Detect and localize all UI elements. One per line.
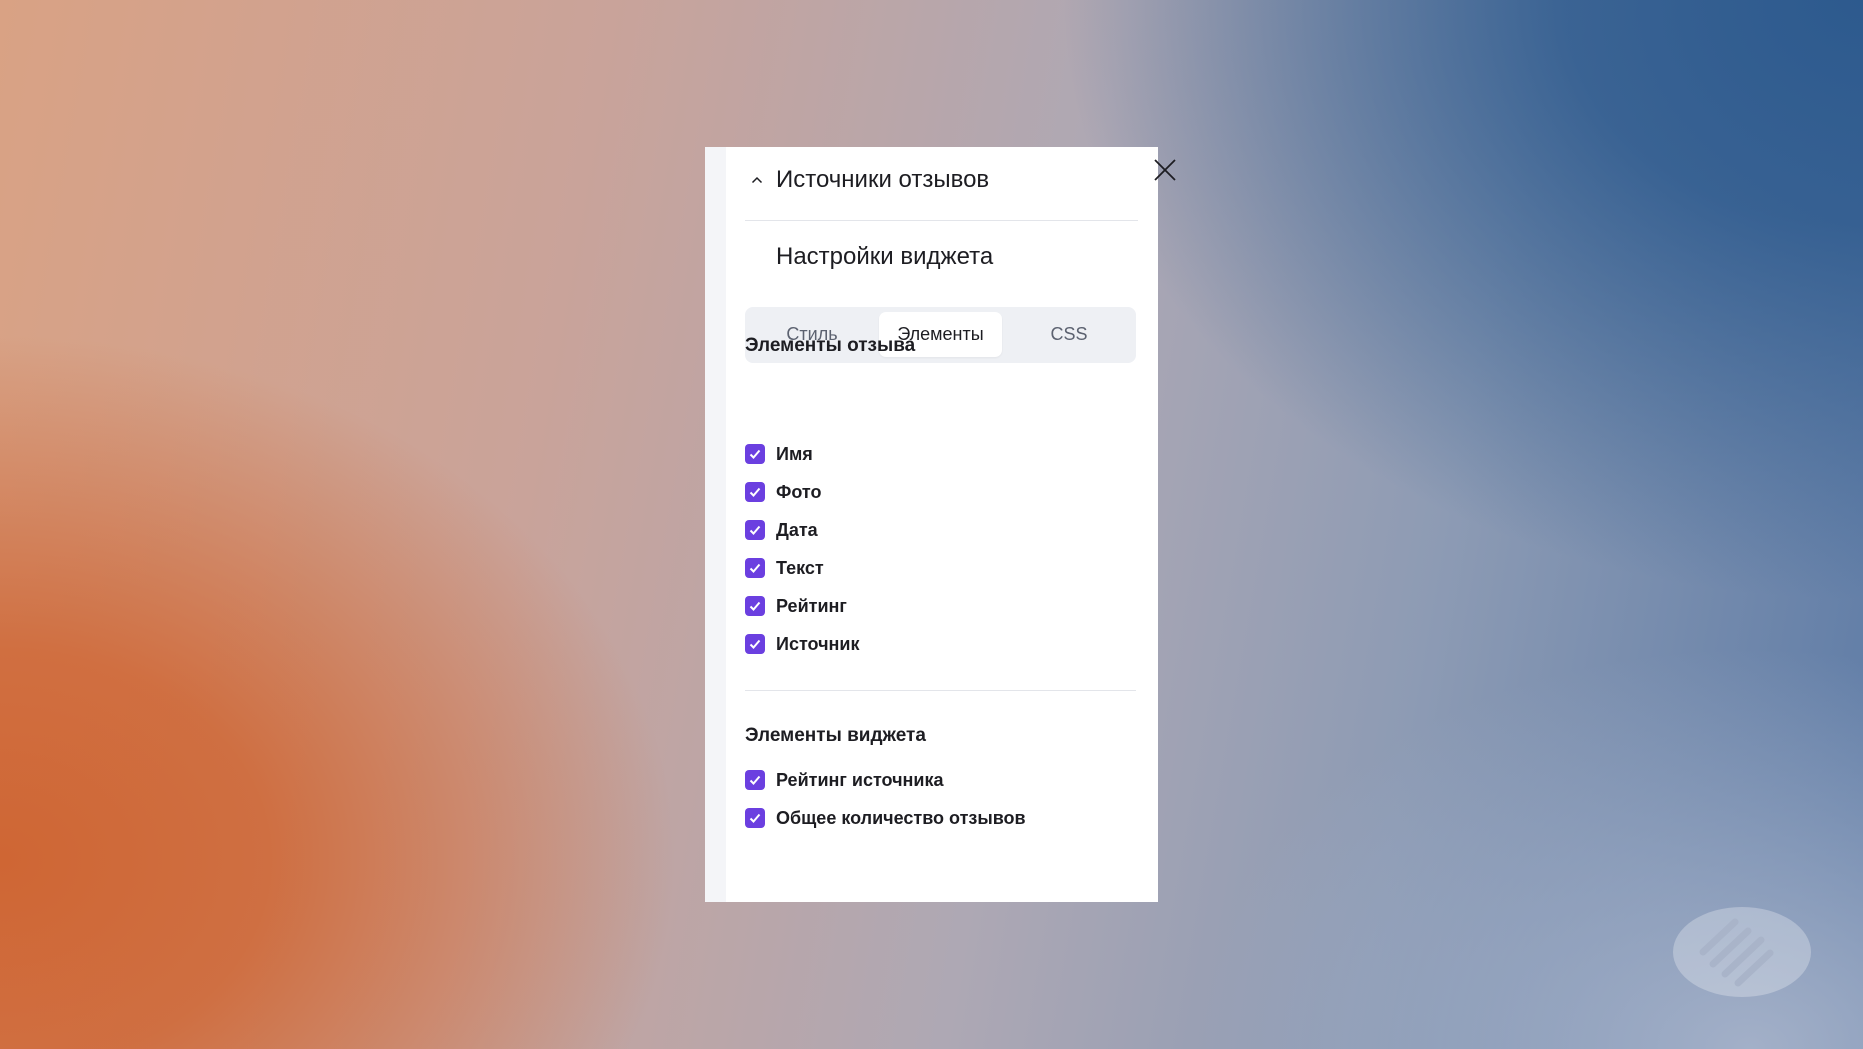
checkbox[interactable]	[745, 520, 765, 540]
checkbox-label: Имя	[776, 443, 813, 464]
checkbox[interactable]	[745, 444, 765, 464]
check-icon	[749, 449, 761, 459]
checkbox[interactable]	[745, 482, 765, 502]
section-title: Настройки виджета	[776, 243, 994, 270]
checkbox[interactable]	[745, 596, 765, 616]
tab-css[interactable]: CSS	[1008, 312, 1130, 357]
section-divider	[745, 690, 1136, 691]
checkbox-label: Общее количество отзывов	[776, 807, 1026, 828]
check-icon	[749, 525, 761, 535]
review-elements-title: Элементы отзыва	[745, 335, 916, 356]
checkbox-row-rating[interactable]: Рейтинг	[745, 595, 847, 617]
checkbox[interactable]	[745, 634, 765, 654]
checkbox-row-source-rating[interactable]: Рейтинг источника	[745, 769, 944, 791]
checkbox-label: Рейтинг	[776, 595, 847, 616]
checkbox-row-photo[interactable]: Фото	[745, 481, 821, 503]
checkbox[interactable]	[745, 558, 765, 578]
panel-side-strip	[705, 147, 726, 902]
widget-elements-title: Элементы виджета	[745, 725, 926, 746]
check-icon	[749, 563, 761, 573]
checkbox-label: Рейтинг источника	[776, 769, 944, 790]
checkbox-label: Источник	[776, 633, 860, 654]
checkbox-row-total-reviews[interactable]: Общее количество отзывов	[745, 807, 1026, 829]
checkbox-row-name[interactable]: Имя	[745, 443, 813, 465]
panel-header-title: Источники отзывов	[776, 166, 990, 193]
widget-settings-panel: Источники отзывов Настройки виджета Стил…	[705, 147, 1176, 902]
check-icon	[749, 813, 761, 823]
checkbox-label: Текст	[776, 557, 824, 578]
checkbox-row-text[interactable]: Текст	[745, 557, 824, 579]
logo-icon	[1673, 907, 1811, 997]
check-icon	[749, 487, 761, 497]
check-icon	[749, 639, 761, 649]
panel-header: Источники отзывов	[745, 147, 1176, 221]
close-icon[interactable]	[1152, 157, 1178, 183]
check-icon	[749, 601, 761, 611]
checkbox-row-source[interactable]: Источник	[745, 633, 859, 655]
checkbox[interactable]	[745, 808, 765, 828]
check-icon	[749, 775, 761, 785]
checkbox-row-date[interactable]: Дата	[745, 519, 818, 541]
checkbox[interactable]	[745, 770, 765, 790]
chevron-up-icon[interactable]	[751, 174, 763, 186]
checkbox-label: Дата	[776, 519, 818, 540]
checkbox-label: Фото	[776, 481, 822, 502]
